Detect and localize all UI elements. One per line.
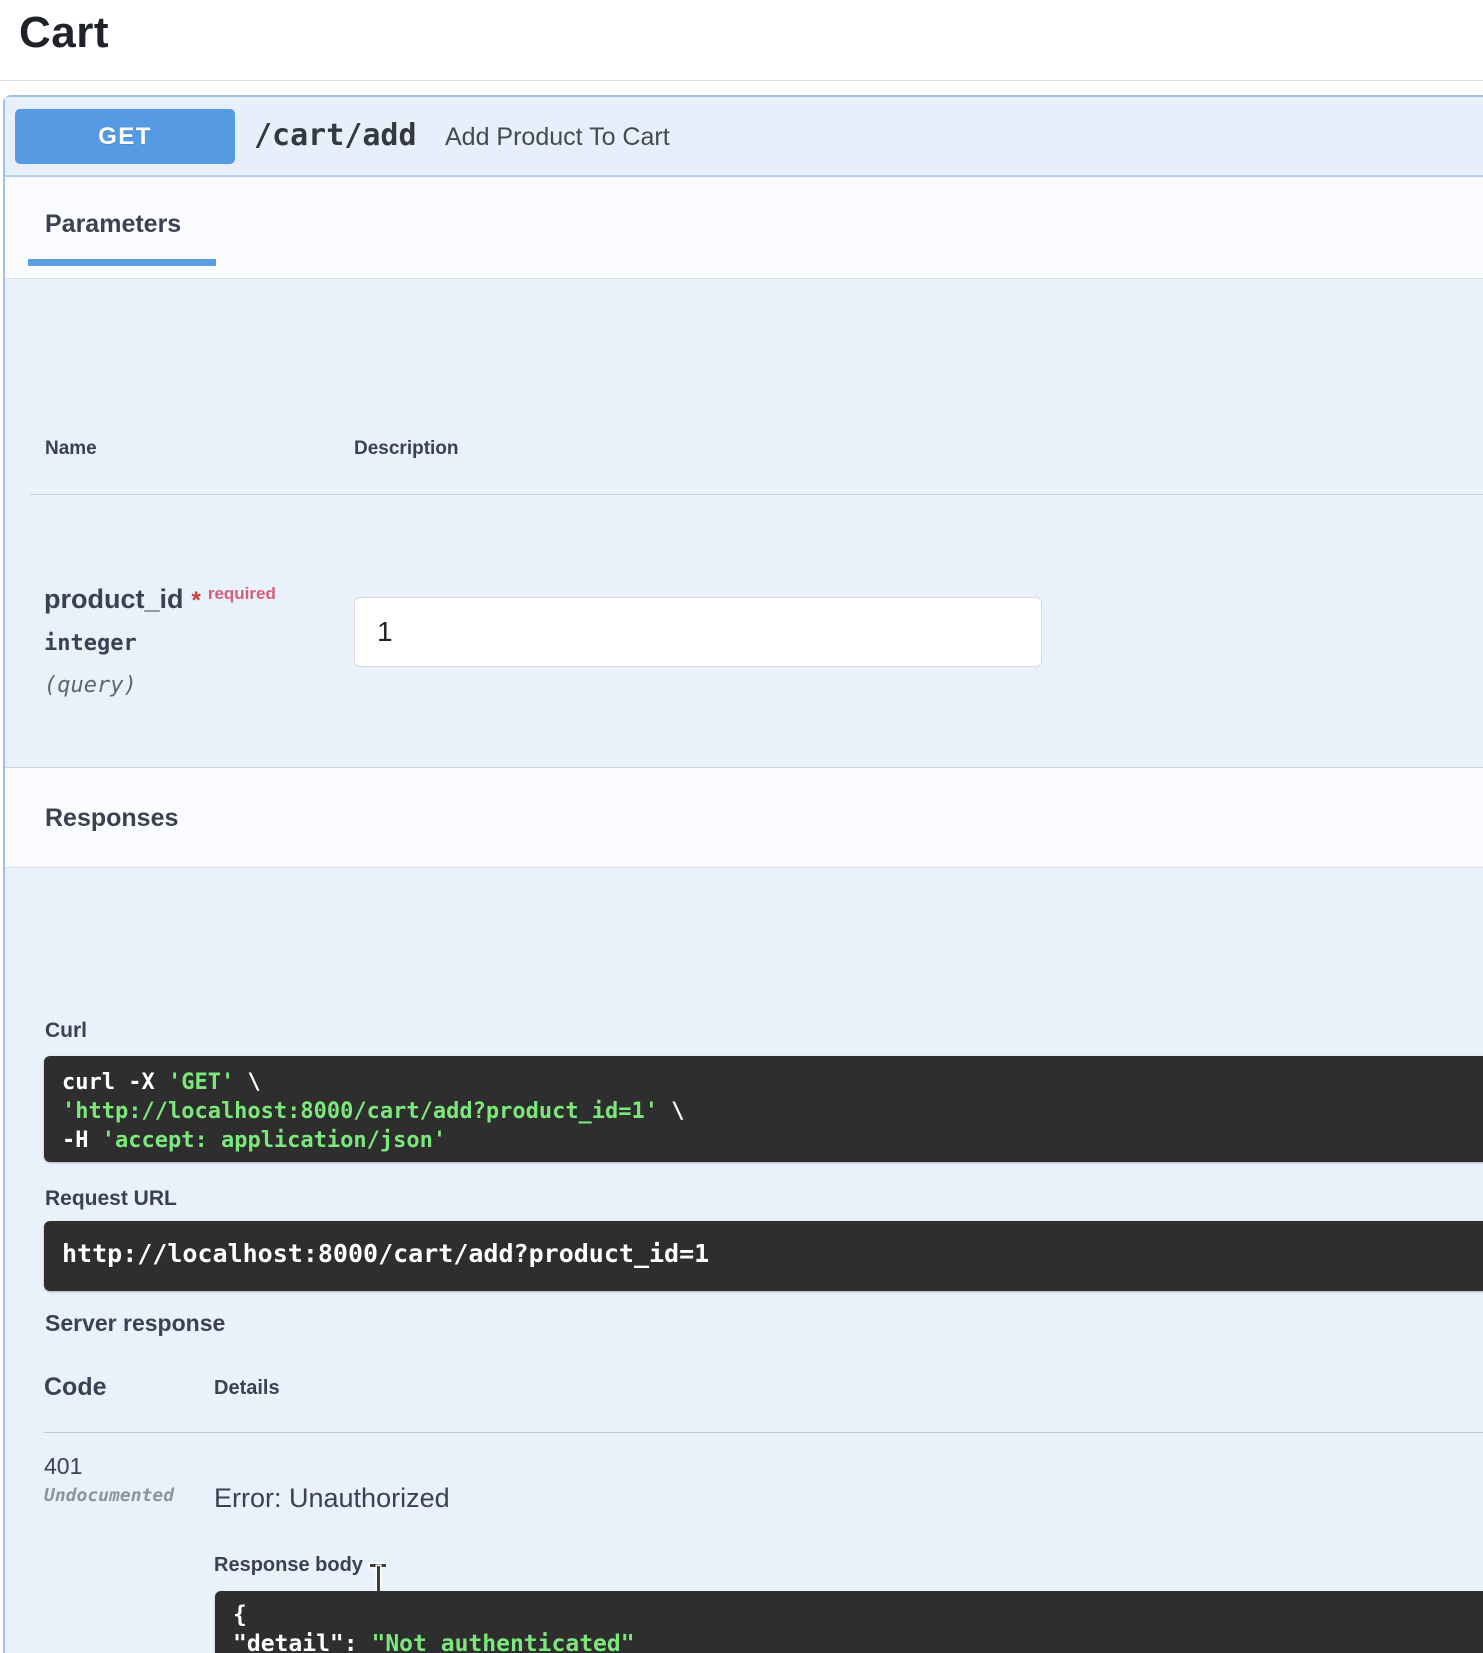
- curl-label: Curl: [45, 1019, 87, 1042]
- undocumented-label: Undocumented: [44, 1485, 175, 1506]
- response-body-block: { "detail": "Not authenticated"}: [215, 1591, 1483, 1653]
- response-body-label: Response body: [214, 1554, 363, 1576]
- endpoint-path: /cart/add: [254, 118, 417, 153]
- tab-active-underline: [28, 259, 216, 266]
- http-method-badge[interactable]: GET: [15, 109, 235, 164]
- section-divider: [0, 80, 1483, 81]
- request-url-value: http://localhost:8000/cart/add?product_i…: [62, 1239, 710, 1268]
- required-star: *: [191, 587, 201, 614]
- parameter-name: product_id * required: [44, 584, 276, 615]
- parameter-name-text: product_id: [44, 584, 184, 614]
- request-url-block: http://localhost:8000/cart/add?product_i…: [44, 1221, 1483, 1291]
- opblock-get-cart-add: GET /cart/add Add Product To Cart Parame…: [3, 95, 1483, 1653]
- parameter-location: (query): [44, 673, 137, 698]
- responses-content: Curl curl -X 'GET' \ 'http://localhost:8…: [5, 868, 1483, 1653]
- table-header-border: [30, 494, 1483, 495]
- parameter-type: integer: [44, 631, 137, 656]
- column-header-name: Name: [45, 438, 97, 459]
- required-label: required: [207, 584, 276, 603]
- parameters-section: Name Description product_id * required int…: [5, 279, 1483, 881]
- request-url-label: Request URL: [45, 1187, 177, 1210]
- details-column-header: Details: [214, 1377, 280, 1399]
- column-header-description: Description: [354, 438, 459, 459]
- swagger-ui-page: Cart GET /cart/add Add Product To Cart P…: [0, 0, 1483, 1653]
- server-response-label: Server response: [45, 1310, 226, 1336]
- error-description: Error: Unauthorized: [214, 1483, 450, 1513]
- responses-header-band: Responses: [5, 767, 1483, 868]
- response-table-divider: [44, 1432, 1483, 1433]
- endpoint-summary: Add Product To Cart: [445, 123, 670, 151]
- tab-parameters: Parameters: [45, 210, 182, 238]
- product-id-input[interactable]: [354, 597, 1042, 667]
- curl-code-block: curl -X 'GET' \ 'http://localhost:8000/c…: [44, 1056, 1483, 1162]
- status-code: 401: [44, 1453, 83, 1479]
- opblock-header[interactable]: GET /cart/add Add Product To Cart: [5, 97, 1483, 177]
- page-title: Cart: [19, 8, 110, 57]
- code-column-header: Code: [44, 1373, 107, 1401]
- responses-section-title: Responses: [45, 804, 179, 832]
- parameters-tab-bar: Parameters: [5, 177, 1483, 279]
